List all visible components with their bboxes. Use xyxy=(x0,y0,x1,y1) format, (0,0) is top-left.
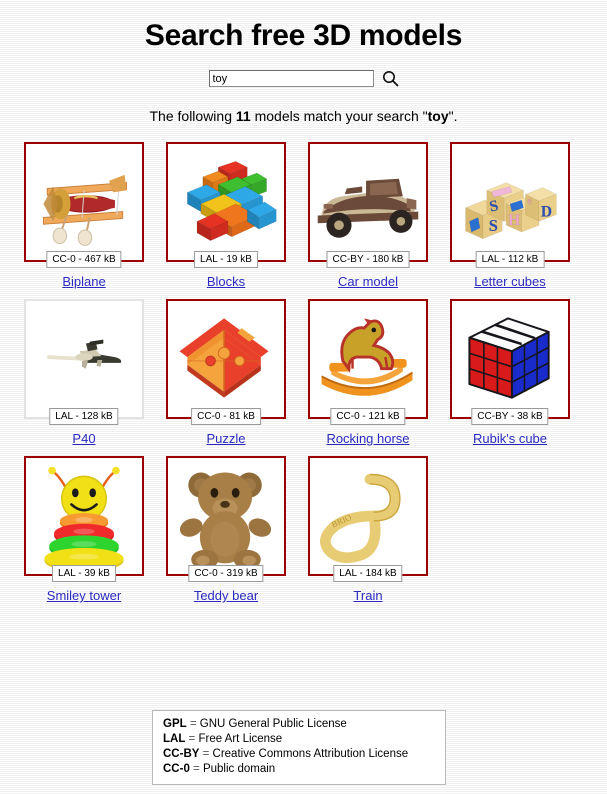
model-card[interactable]: CC-0 - 319 kB Teddy bear xyxy=(166,456,286,604)
model-thumbnail[interactable]: CC-BY - 38 kB xyxy=(450,299,570,425)
model-card[interactable]: LAL - 128 kB P40 xyxy=(24,299,144,447)
license-size-badge: LAL - 128 kB xyxy=(49,408,119,425)
search-results-page: Search free 3D models The following 11 m… xyxy=(0,0,607,794)
legend-row: CC-BY = Creative Commons Attribution Lic… xyxy=(163,747,435,762)
legend-license-code: CC-BY xyxy=(163,748,200,760)
result-count-line: The following 11 models match your searc… xyxy=(0,107,607,125)
license-size-badge: CC-BY - 38 kB xyxy=(471,408,549,425)
model-title-link[interactable]: Car model xyxy=(308,274,428,290)
model-thumbnail[interactable]: S S H D e LAL - 112 kB xyxy=(450,142,570,268)
result-count: 11 xyxy=(235,108,251,124)
model-card[interactable]: LAL - 19 kB Blocks xyxy=(166,142,286,290)
legend-license-name: Free Art License xyxy=(198,733,283,745)
model-thumbnail[interactable]: CC-0 - 121 kB xyxy=(308,299,428,425)
model-title-link[interactable]: Puzzle xyxy=(166,431,286,447)
legend-row: LAL = Free Art License xyxy=(163,732,435,747)
model-title-link[interactable]: Teddy bear xyxy=(166,588,286,604)
model-title-link[interactable]: Rubik's cube xyxy=(450,431,570,447)
search-input[interactable] xyxy=(208,70,374,87)
model-card[interactable]: CC-0 - 467 kB Biplane xyxy=(24,142,144,290)
license-size-badge: CC-0 - 121 kB xyxy=(330,408,406,425)
page-title: Search free 3D models xyxy=(144,19,463,52)
model-thumbnail[interactable]: CC-0 - 319 kB xyxy=(166,456,286,582)
model-thumbnail[interactable]: BRIO LAL - 184 kB xyxy=(308,456,428,582)
model-card[interactable]: S S H D e LAL - 112 kB Letter cubes xyxy=(450,142,570,290)
license-size-badge: LAL - 19 kB xyxy=(194,251,258,268)
legend-license-name: Public domain xyxy=(202,763,276,775)
model-title-link[interactable]: Biplane xyxy=(24,274,144,290)
svg-text:S: S xyxy=(489,216,498,235)
result-query: toy xyxy=(427,108,449,124)
legend-license-code: GPL xyxy=(163,718,187,730)
license-legend: GPL = GNU General Public License LAL = Fr… xyxy=(152,710,446,785)
svg-text:H: H xyxy=(508,212,520,229)
legend-license-name: GNU General Public License xyxy=(199,718,347,730)
model-grid: CC-0 - 467 kB Biplane LAL - 19 kB Blocks… xyxy=(0,142,570,613)
legend-license-code: LAL xyxy=(163,733,186,745)
legend-equals: = xyxy=(185,733,199,745)
result-middle: models match your search " xyxy=(250,108,428,124)
legend-row: GPL = GNU General Public License xyxy=(163,717,435,732)
license-size-badge: LAL - 39 kB xyxy=(52,565,116,582)
legend-equals: = xyxy=(199,748,213,760)
model-card[interactable]: BRIO LAL - 184 kB Train xyxy=(308,456,428,604)
model-thumbnail[interactable]: CC-0 - 81 kB xyxy=(166,299,286,425)
result-prefix: The following xyxy=(149,108,236,124)
license-size-badge: CC-0 - 81 kB xyxy=(191,408,261,425)
model-card[interactable]: CC-0 - 121 kB Rocking horse xyxy=(308,299,428,447)
svg-text:D: D xyxy=(541,204,552,221)
model-title-link[interactable]: Letter cubes xyxy=(450,274,570,290)
model-thumbnail[interactable]: LAL - 39 kB xyxy=(24,456,144,582)
search-bar xyxy=(0,70,607,87)
search-icon xyxy=(382,71,399,90)
model-title-link[interactable]: Blocks xyxy=(166,274,286,290)
model-card[interactable]: CC-BY - 180 kB Car model xyxy=(308,142,428,290)
model-title-link[interactable]: P40 xyxy=(24,431,144,447)
model-title-link[interactable]: Train xyxy=(308,588,428,604)
license-size-badge: LAL - 112 kB xyxy=(475,251,545,268)
model-thumbnail[interactable]: CC-BY - 180 kB xyxy=(308,142,428,268)
legend-equals: = xyxy=(189,763,203,775)
legend-license-code: CC-0 xyxy=(163,763,190,775)
model-title-link[interactable]: Rocking horse xyxy=(308,431,428,447)
legend-row: CC-0 = Public domain xyxy=(163,762,435,777)
license-size-badge: LAL - 184 kB xyxy=(333,565,403,582)
license-size-badge: CC-BY - 180 kB xyxy=(326,251,410,268)
model-thumbnail[interactable]: CC-0 - 467 kB xyxy=(24,142,144,268)
model-thumbnail[interactable]: LAL - 128 kB xyxy=(24,299,144,425)
model-card[interactable]: CC-0 - 81 kB Puzzle xyxy=(166,299,286,447)
result-suffix: ". xyxy=(448,108,458,124)
legend-license-name: Creative Commons Attribution License xyxy=(212,748,409,760)
search-button[interactable] xyxy=(382,70,399,87)
license-size-badge: CC-0 - 467 kB xyxy=(46,251,122,268)
model-title-link[interactable]: Smiley tower xyxy=(24,588,144,604)
model-card[interactable]: CC-BY - 38 kB Rubik's cube xyxy=(450,299,570,447)
license-size-badge: CC-0 - 319 kB xyxy=(188,565,264,582)
model-card[interactable]: LAL - 39 kB Smiley tower xyxy=(24,456,144,604)
svg-text:e: e xyxy=(527,196,532,207)
legend-equals: = xyxy=(186,718,200,730)
model-thumbnail[interactable]: LAL - 19 kB xyxy=(166,142,286,268)
